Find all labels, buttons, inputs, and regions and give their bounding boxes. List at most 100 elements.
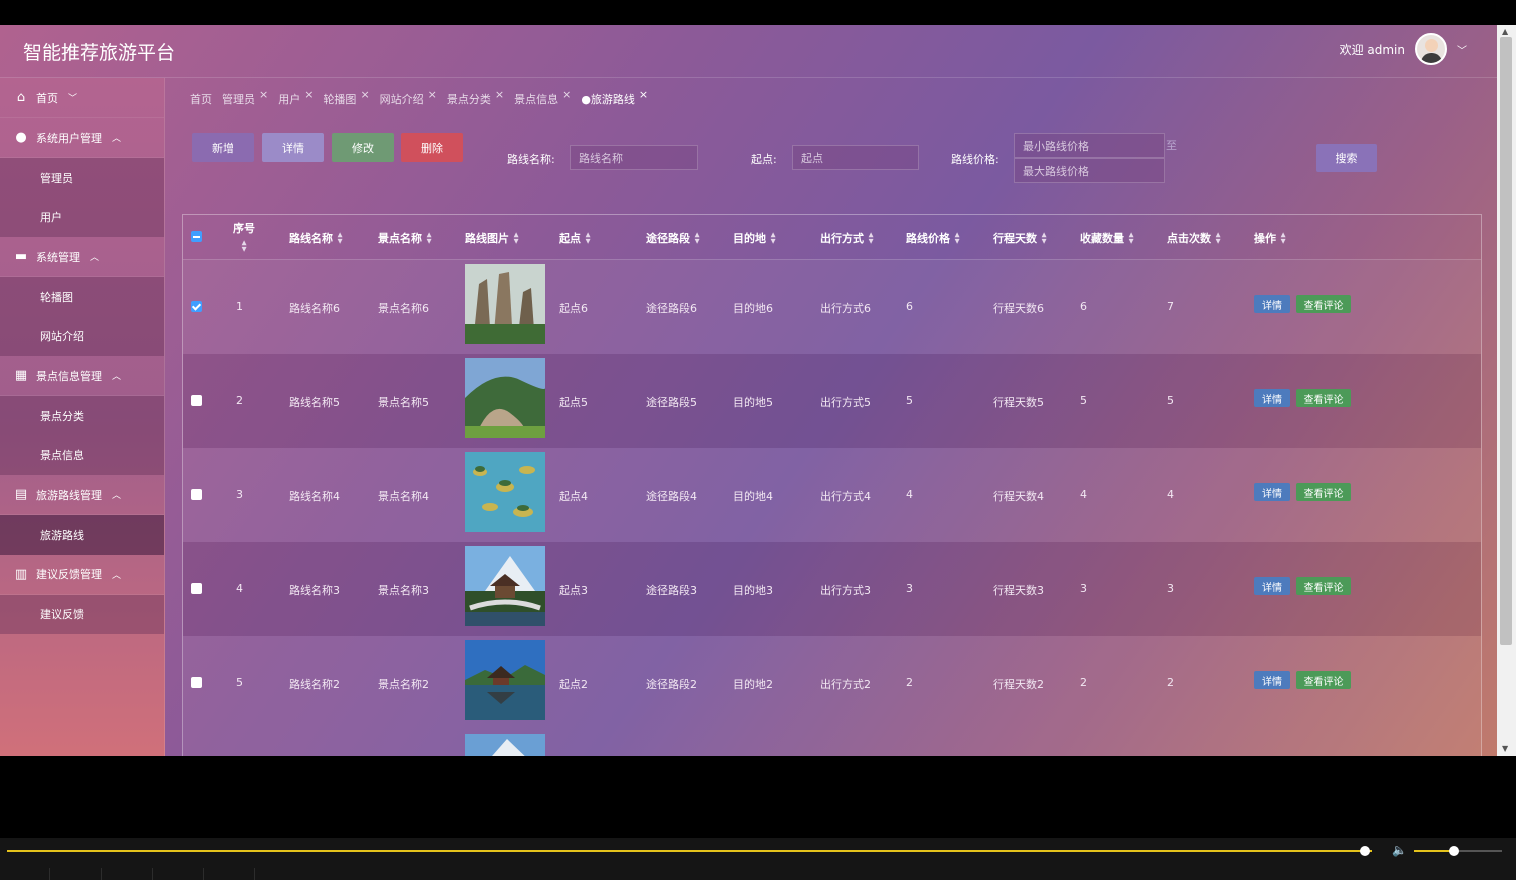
start-input[interactable]: 起点 <box>792 145 919 170</box>
column-header[interactable]: 收藏数量 ▲ ▼ <box>1080 230 1134 246</box>
add-button[interactable]: 新增 <box>192 133 254 162</box>
tab-item[interactable]: 景点分类 × <box>447 88 504 107</box>
sort-icon[interactable]: ▲ ▼ <box>586 231 591 245</box>
column-header[interactable]: 目的地 ▲ ▼ <box>733 230 776 246</box>
close-icon[interactable]: × <box>495 88 504 101</box>
avatar[interactable] <box>1415 33 1447 65</box>
sort-icon[interactable]: ▲ ▼ <box>1042 231 1047 245</box>
close-icon[interactable]: × <box>304 88 313 101</box>
close-icon[interactable]: × <box>639 88 648 101</box>
sort-icon[interactable]: ▲ ▼ <box>242 239 247 253</box>
sidebar-item[interactable]: 轮播图 <box>0 277 164 317</box>
scroll-up-icon[interactable]: ▲ <box>1502 27 1508 36</box>
row-detail-button[interactable]: 详情 <box>1254 389 1290 407</box>
row-checkbox[interactable] <box>191 301 202 312</box>
sort-icon[interactable]: ▲ ▼ <box>1281 231 1286 245</box>
tab-item[interactable]: 用户 × <box>278 88 313 107</box>
column-header[interactable]: 路线名称 ▲ ▼ <box>289 230 343 246</box>
column-header[interactable]: 点击次数 ▲ ▼ <box>1167 230 1221 246</box>
delete-button[interactable]: 删除 <box>401 133 463 162</box>
column-header[interactable]: 景点名称 ▲ ▼ <box>378 230 432 246</box>
column-header[interactable]: 操作 ▲ ▼ <box>1254 230 1286 246</box>
sidebar-item[interactable]: 管理员 <box>0 158 164 198</box>
table-row[interactable]: 4 路线名称3 景点名称3 起点3 途径路段3 目的地3 出行方式3 3 行程天数3 3 3 详情 查看… <box>183 542 1481 636</box>
tab-item[interactable]: 轮播图 × <box>323 88 369 107</box>
table-row[interactable]: 5 路线名称2 景点名称2 起点2 途径路段2 目的地2 出行方式2 2 行程天数2 2 2 详情 查看… <box>183 636 1481 730</box>
sidebar-item[interactable]: ▦ 景点信息管理 ︿ <box>0 356 164 396</box>
table-row[interactable]: 2 路线名称5 景点名称5 起点5 途径路段5 目的地5 出行方式5 5 行程天数5 5 5 详情 查看… <box>183 354 1481 448</box>
view-comments-button[interactable]: 查看评论 <box>1296 483 1351 501</box>
detail-button[interactable]: 详情 <box>262 133 324 162</box>
row-checkbox[interactable] <box>191 677 202 688</box>
tab-item[interactable]: 景点信息 × <box>514 88 571 107</box>
sidebar-item[interactable]: 用户 <box>0 197 164 237</box>
volume-track[interactable] <box>1414 850 1454 852</box>
row-detail-button[interactable]: 详情 <box>1254 577 1290 595</box>
view-comments-button[interactable]: 查看评论 <box>1296 295 1351 313</box>
column-header[interactable]: 出行方式 ▲ ▼ <box>820 230 874 246</box>
sidebar-item[interactable]: 景点信息 <box>0 435 164 475</box>
chevron-down-icon[interactable]: ﹀ <box>1457 42 1467 57</box>
row-checkbox[interactable] <box>191 395 202 406</box>
close-icon[interactable]: × <box>428 88 437 101</box>
row-checkbox[interactable] <box>191 583 202 594</box>
sort-icon[interactable]: ▲ ▼ <box>427 231 432 245</box>
view-comments-button[interactable]: 查看评论 <box>1296 671 1351 689</box>
sidebar-item[interactable]: ● 系统用户管理 ︿ <box>0 118 164 158</box>
sort-icon[interactable]: ▲ ▼ <box>338 231 343 245</box>
tab-item[interactable]: ●旅游路线 × <box>581 88 648 107</box>
sidebar-item[interactable]: ▤ 旅游路线管理 ︿ <box>0 475 164 515</box>
tab-item[interactable]: 首页 <box>190 91 212 107</box>
sidebar-item[interactable]: 旅游路线 <box>0 515 164 555</box>
row-detail-button[interactable]: 详情 <box>1254 671 1290 689</box>
column-header[interactable]: 途径路段 ▲ ▼ <box>646 230 700 246</box>
tab-item[interactable]: 网站介绍 × <box>380 88 437 107</box>
sidebar-item[interactable]: ▥ 建议反馈管理 ︿ <box>0 555 164 595</box>
scrollbar-thumb[interactable] <box>1500 37 1512 645</box>
row-detail-button[interactable]: 详情 <box>1254 483 1290 501</box>
column-header[interactable]: 行程天数 ▲ ▼ <box>993 230 1047 246</box>
sort-icon[interactable]: ▲ ▼ <box>695 231 700 245</box>
row-detail-button[interactable]: 详情 <box>1254 295 1290 313</box>
sort-icon[interactable]: ▲ ▼ <box>1216 231 1221 245</box>
divider <box>101 868 102 880</box>
sort-icon[interactable]: ▲ ▼ <box>869 231 874 245</box>
sidebar-item[interactable]: ▬ 系统管理 ︿ <box>0 237 164 277</box>
table-row[interactable] <box>183 730 1481 756</box>
close-icon[interactable]: × <box>259 88 268 101</box>
sort-icon[interactable]: ▲ ▼ <box>514 231 519 245</box>
sort-icon[interactable]: ▲ ▼ <box>955 231 960 245</box>
select-all-checkbox[interactable] <box>191 231 202 242</box>
sort-icon[interactable]: ▲ ▼ <box>1129 231 1134 245</box>
sidebar-item[interactable]: ⌂ 首页 ﹀ <box>0 78 164 118</box>
volume-icon[interactable]: 🔈 <box>1392 843 1407 857</box>
column-header[interactable]: 路线价格 ▲ ▼ <box>906 230 960 246</box>
edit-button[interactable]: 修改 <box>332 133 394 162</box>
scroll-down-icon[interactable]: ▼ <box>1502 744 1508 753</box>
table-row[interactable]: 1 路线名称6 景点名称6 起点6 途径路段6 目的地6 出行方式6 6 行程天数6 6 7 详情 查看… <box>183 260 1481 354</box>
user-menu[interactable]: 欢迎 admin ﹀ <box>1340 33 1467 65</box>
row-checkbox[interactable] <box>191 489 202 500</box>
search-button[interactable]: 搜索 <box>1316 144 1377 172</box>
progress-knob[interactable] <box>1360 846 1371 856</box>
tab-item[interactable]: 管理员 × <box>222 88 268 107</box>
sidebar-item[interactable]: 网站介绍 <box>0 316 164 356</box>
max-price-input[interactable]: 最大路线价格 <box>1014 158 1165 183</box>
sidebar-item[interactable]: 景点分类 <box>0 396 164 436</box>
view-comments-button[interactable]: 查看评论 <box>1296 389 1351 407</box>
column-header[interactable]: 序号 ▲ ▼ <box>233 220 255 254</box>
page-scrollbar[interactable]: ▲ ▼ <box>1497 25 1516 756</box>
sort-icon[interactable]: ▲ ▼ <box>771 231 776 245</box>
route-name-input[interactable]: 路线名称 <box>570 145 698 170</box>
volume-track-rest[interactable] <box>1453 850 1502 852</box>
column-header[interactable]: 起点 ▲ ▼ <box>559 230 591 246</box>
sidebar-item[interactable]: 建议反馈 <box>0 594 164 634</box>
table-row[interactable]: 3 路线名称4 景点名称4 起点4 途径路段4 目的地4 出行方式4 4 行程天数4 4 4 详情 查看… <box>183 448 1481 542</box>
volume-knob[interactable] <box>1448 846 1459 856</box>
column-header[interactable]: 路线图片 ▲ ▼ <box>465 230 519 246</box>
close-icon[interactable]: × <box>360 88 369 101</box>
min-price-input[interactable]: 最小路线价格 <box>1014 133 1165 158</box>
view-comments-button[interactable]: 查看评论 <box>1296 577 1351 595</box>
close-icon[interactable]: × <box>562 88 571 101</box>
progress-track[interactable] <box>7 850 1372 852</box>
